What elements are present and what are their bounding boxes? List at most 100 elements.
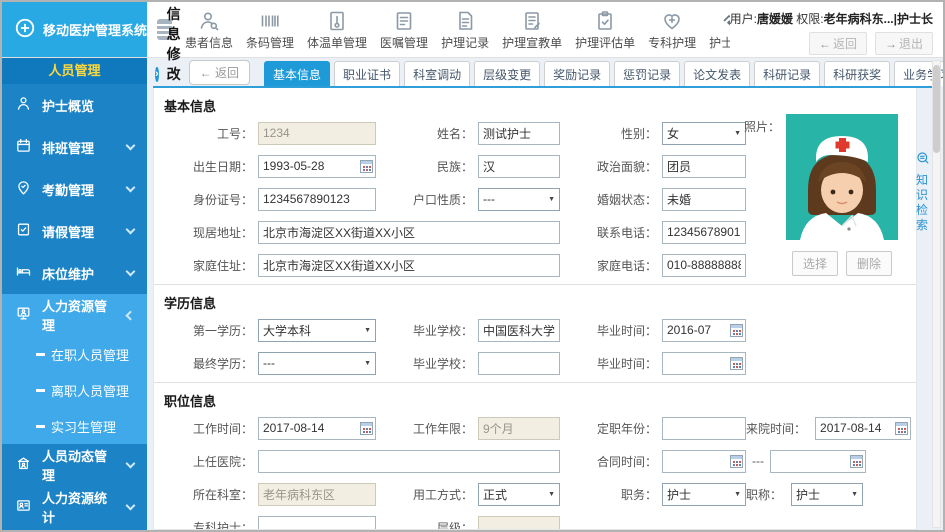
back-arrow-icon: ← [819,37,831,51]
page-header: › 测试护士信息修改 ← 返回 基本信息 职业证书 科室调动 层级变更 奖励记录… [147,58,943,86]
emp-no-field[interactable] [258,122,376,145]
sidebar-item-leave[interactable]: 请假管理 [2,210,147,252]
specialty-care-heart-icon [660,9,684,34]
years-field[interactable] [478,417,560,440]
sidebar-subitem-interns[interactable]: 实习生管理 [2,408,147,444]
calendar-picker-icon[interactable] [850,455,863,468]
title-select[interactable]: 护士▼ [791,483,863,506]
tab-basic-info[interactable]: 基本信息 [264,61,330,86]
temperature-sheet-icon [325,9,349,34]
attendance-pin-icon [15,179,32,199]
final-degree-select[interactable]: ---▼ [258,352,376,375]
knowledge-search-tab[interactable]: 知识检索 [915,150,931,233]
years-label: 工作年限： [390,420,478,437]
toolbar-item-specialty-care[interactable]: 专科护理 [648,9,696,51]
chevron-down-icon [126,183,136,193]
id-field[interactable] [258,188,376,211]
tab-certificates[interactable]: 职业证书 [334,61,400,86]
school1-label: 毕业学校： [390,322,478,339]
sidebar-item-staff-dynamics[interactable]: 人员动态管理 [2,444,147,486]
toolbar-item-barcode[interactable]: 条码管理 [246,9,294,51]
scrollbar-thumb[interactable] [933,65,940,153]
header-back-button[interactable]: ←返回 [809,32,867,55]
sidebar-item-hr-management[interactable]: 人力资源管理 [2,294,147,336]
app-logo: 移动医护管理系统 [2,2,147,57]
page-back-button[interactable]: ← 返回 [189,60,250,85]
sidebar: 人员管理 护士概览 排班管理 考勤管理 请假管理 床位维护 [2,58,147,530]
sidebar-subitem-label: 离职人员管理 [51,381,129,400]
duty-select[interactable]: 护士▼ [662,483,746,506]
sidebar-item-schedule[interactable]: 排班管理 [2,126,147,168]
toolbar-item-education-sheet[interactable]: 护理宣教单 [502,9,562,51]
user-permission: 老年病科东...|护士长 [824,12,933,26]
building-person-icon [15,455,32,475]
family-addr-field[interactable] [258,254,560,277]
level-field[interactable] [478,516,560,531]
marital-label: 婚姻状态： [574,191,662,208]
tab-penalties[interactable]: 惩罚记录 [614,61,680,86]
political-field[interactable] [662,155,746,178]
prev-hosp-field[interactable] [258,450,560,473]
photo-select-button[interactable]: 选择 [792,251,838,276]
sidebar-item-attendance[interactable]: 考勤管理 [2,168,147,210]
toolbar-item-nursing-record[interactable]: 护理记录 [441,9,489,51]
ethnic-field[interactable] [478,155,560,178]
sidebar-item-nurse-overview[interactable]: 护士概览 [2,84,147,126]
household-select[interactable]: ---▼ [478,188,560,211]
logout-button[interactable]: →退出 [875,32,933,55]
tab-papers[interactable]: 论文发表 [684,61,750,86]
dept-field[interactable] [258,483,376,506]
appoint-field[interactable] [662,417,746,440]
sidebar-item-hr-statistics[interactable]: 人力资源统计 [2,486,147,528]
toolbar-item-temperature-sheet[interactable]: 体温单管理 [307,9,367,51]
tab-research[interactable]: 科研记录 [754,61,820,86]
specialist-field[interactable] [258,516,376,531]
calendar-picker-icon[interactable] [730,455,743,468]
toolbar-item-label: 专科护理 [648,34,696,51]
arrive-label: 来院时间： [746,420,811,437]
toolbar-item-assessment-sheet[interactable]: 护理评估单 [575,9,635,51]
family-phone-field[interactable] [662,254,746,277]
sidebar-subitem-resigned-staff[interactable]: 离职人员管理 [2,372,147,408]
toolbar-item-orders[interactable]: 医嘱管理 [380,9,428,51]
education-sheet-icon [520,9,544,34]
birth-date-field[interactable] [258,155,376,178]
tab-dept-transfer[interactable]: 科室调动 [404,61,470,86]
tab-research-awards[interactable]: 科研获奖 [824,61,890,86]
toolbar-item-label: 患者信息 [185,34,233,51]
specialist-label: 专科护士： [162,519,258,531]
marital-field[interactable] [662,188,746,211]
toolbar-item-label: 护士交班 [709,34,729,51]
calendar-picker-icon[interactable] [730,357,743,370]
calendar-picker-icon[interactable] [360,160,373,173]
main-content: › 测试护士信息修改 ← 返回 基本信息 职业证书 科室调动 层级变更 奖励记录… [147,58,943,530]
school1-field[interactable] [478,319,560,342]
calendar-picker-icon[interactable] [730,324,743,337]
calendar-picker-icon[interactable] [895,422,908,435]
toolbar-item-patient-info[interactable]: 患者信息 [185,9,233,51]
sidebar-item-beds[interactable]: 床位维护 [2,252,147,294]
chevron-down-icon [126,267,136,277]
tab-awards[interactable]: 奖励记录 [544,61,610,86]
work-date-field[interactable] [258,417,376,440]
section-education: 学历信息 第一学历： 大学本科▼ 毕业学校： 毕业时间： 最终学历： ---▼ … [154,285,916,383]
name-field[interactable] [478,122,560,145]
sidebar-subitem-active-staff[interactable]: 在职人员管理 [2,336,147,372]
duty-label: 职务： [574,486,662,503]
school2-field[interactable] [478,352,560,375]
tab-level-change[interactable]: 层级变更 [474,61,540,86]
grad1-label: 毕业时间： [574,322,662,339]
vertical-scrollbar[interactable] [932,60,941,528]
phone-field[interactable] [662,221,746,244]
photo-area: 照片： [744,114,898,276]
calendar-picker-icon[interactable] [360,422,373,435]
gender-select[interactable]: 女▼ [662,122,746,145]
toolbar-item-label: 护理评估单 [575,34,635,51]
toolbar-item-handover[interactable]: 护士交班 [709,9,729,51]
employ-select[interactable]: 正式▼ [478,483,560,506]
first-degree-select[interactable]: 大学本科▼ [258,319,376,342]
address-field[interactable] [258,221,560,244]
ethnic-label: 民族： [390,158,478,175]
photo-delete-button[interactable]: 删除 [846,251,892,276]
logo-icon [14,17,36,42]
